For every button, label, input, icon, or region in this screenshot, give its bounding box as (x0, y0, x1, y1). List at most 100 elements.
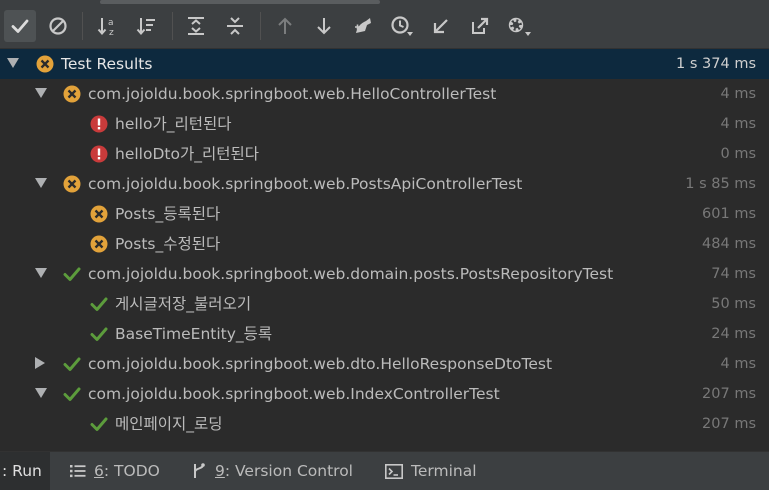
sort-by-duration-button[interactable] (131, 10, 163, 42)
test-duration: 50 ms (711, 296, 756, 312)
show-passed-button[interactable] (4, 10, 36, 42)
test-class-row[interactable]: com.jojoldu.book.springboot.web.PostsApi… (0, 169, 769, 199)
test-method-row[interactable]: 게시글저장_불러오기 50 ms (0, 289, 769, 319)
test-method-row[interactable]: 메인페이지_로딩 207 ms (0, 409, 769, 439)
test-name-label: Posts_수정된다 (115, 235, 221, 253)
test-duration: 4 ms (720, 116, 756, 132)
test-class-row[interactable]: com.jojoldu.book.springboot.web.domain.p… (0, 259, 769, 289)
test-duration: 0 ms (720, 146, 756, 162)
test-passed-icon (63, 387, 81, 401)
test-class-row[interactable]: com.jojoldu.book.springboot.web.IndexCon… (0, 379, 769, 409)
show-ignored-icon (49, 17, 67, 35)
test-duration: 601 ms (702, 206, 756, 222)
expanded-arrow-icon[interactable] (35, 268, 47, 278)
show-ignored-button[interactable] (42, 10, 74, 42)
test-results-root-row[interactable]: Test Results 1 s 374 ms (0, 49, 769, 79)
test-duration: 1 s 374 ms (676, 56, 756, 72)
test-method-row[interactable]: helloDto가_리턴된다 0 ms (0, 139, 769, 169)
test-method-row[interactable]: Posts_수정된다 484 ms (0, 229, 769, 259)
test-name-label: helloDto가_리턴된다 (115, 145, 260, 163)
test-name-label: Test Results (61, 55, 153, 73)
test-class-row[interactable]: com.jojoldu.book.springboot.web.HelloCon… (0, 79, 769, 109)
terminal-tab[interactable]: Terminal (385, 452, 477, 490)
test-name-label: hello가_리턴된다 (115, 115, 232, 133)
run-tab[interactable]: : Run (0, 452, 50, 490)
test-method-row[interactable]: hello가_리턴된다 4 ms (0, 109, 769, 139)
collapse-all-icon (227, 17, 243, 35)
test-duration: 484 ms (702, 236, 756, 252)
collapse-all-button[interactable] (219, 10, 251, 42)
test-passed-icon (63, 267, 81, 281)
sort-by-duration-icon (136, 18, 155, 36)
test-error-icon (90, 145, 108, 163)
test-error-icon (90, 115, 108, 133)
test-duration: 4 ms (720, 86, 756, 102)
version-control-tab-label: : Version Control (224, 462, 353, 480)
test-name-label: com.jojoldu.book.springboot.web.domain.p… (88, 265, 614, 283)
branch-icon (194, 463, 205, 478)
version-control-tab-key: 9 (215, 462, 225, 480)
svg-text:z: z (109, 28, 114, 37)
import-tests-button[interactable] (347, 10, 379, 42)
terminal-tab-label: Terminal (411, 462, 477, 480)
toolbar-separator (82, 12, 83, 40)
test-name-label: 게시글저장_불러오기 (115, 295, 252, 313)
test-method-row[interactable]: BaseTimeEntity_등록 24 ms (0, 319, 769, 349)
test-name-label: com.jojoldu.book.springboot.web.IndexCon… (88, 385, 500, 403)
version-control-tab[interactable]: 9: Version Control (191, 452, 353, 490)
settings-button[interactable] (503, 10, 535, 42)
test-name-label: com.jojoldu.book.springboot.web.HelloCon… (88, 85, 497, 103)
toolbar-separator (260, 12, 261, 40)
test-passed-icon (90, 297, 108, 311)
settings-icon (508, 17, 531, 36)
collapsed-arrow-icon[interactable] (35, 357, 45, 369)
expanded-arrow-icon[interactable] (35, 88, 47, 98)
test-duration: 1 s 85 ms (685, 176, 756, 192)
export-test-results-icon (433, 19, 448, 34)
previous-failed-button[interactable] (269, 10, 301, 42)
test-ignored-icon (63, 85, 81, 103)
expanded-arrow-icon[interactable] (35, 388, 47, 398)
next-failed-button[interactable] (308, 10, 340, 42)
toolbar-separator (172, 12, 173, 40)
test-ignored-icon (63, 175, 81, 193)
tool-window-bar: : Run 6: TODO 9: Version Control Termina… (0, 451, 769, 490)
expanded-arrow-icon[interactable] (7, 58, 19, 68)
todo-tab[interactable]: 6: TODO (70, 452, 160, 490)
import-tests-icon (355, 18, 371, 33)
test-name-label: com.jojoldu.book.springboot.web.dto.Hell… (88, 355, 553, 373)
test-passed-icon (90, 417, 108, 431)
test-method-row[interactable]: Posts_등록된다 601 ms (0, 199, 769, 229)
test-results-tree: Test Results 1 s 374 ms com.jojoldu.book.s… (0, 49, 769, 451)
open-external-button[interactable] (464, 10, 496, 42)
expanded-arrow-icon[interactable] (35, 178, 47, 188)
show-passed-icon (11, 19, 29, 33)
test-ignored-icon (36, 55, 54, 73)
svg-text:a: a (108, 18, 114, 28)
test-name-label: BaseTimeEntity_등록 (115, 325, 273, 343)
test-name-label: Posts_등록된다 (115, 205, 221, 223)
expand-all-icon (188, 17, 204, 35)
list-icon (70, 465, 86, 478)
run-tab-label: : Run (2, 462, 42, 480)
sort-alphabetically-button[interactable]: az (92, 10, 124, 42)
test-class-row[interactable]: com.jojoldu.book.springboot.web.dto.Hell… (0, 349, 769, 379)
next-failed-icon (317, 18, 331, 35)
test-name-label: com.jojoldu.book.springboot.web.PostsApi… (88, 175, 523, 193)
test-name-label: 메인페이지_로딩 (115, 415, 223, 433)
test-history-button[interactable] (386, 10, 418, 42)
test-duration: 24 ms (711, 326, 756, 342)
previous-failed-icon (278, 17, 292, 34)
export-test-results-button[interactable] (425, 10, 457, 42)
expand-all-button[interactable] (180, 10, 212, 42)
terminal-icon (385, 463, 403, 479)
test-history-icon (391, 16, 413, 36)
test-duration: 74 ms (711, 266, 756, 282)
test-duration: 207 ms (702, 416, 756, 432)
test-ignored-icon (90, 205, 108, 223)
test-toolbar: az (0, 0, 769, 49)
test-ignored-icon (90, 235, 108, 253)
todo-tab-key: 6 (94, 462, 104, 480)
open-external-icon (472, 17, 489, 34)
sort-alphabetically-icon: az (97, 18, 114, 37)
